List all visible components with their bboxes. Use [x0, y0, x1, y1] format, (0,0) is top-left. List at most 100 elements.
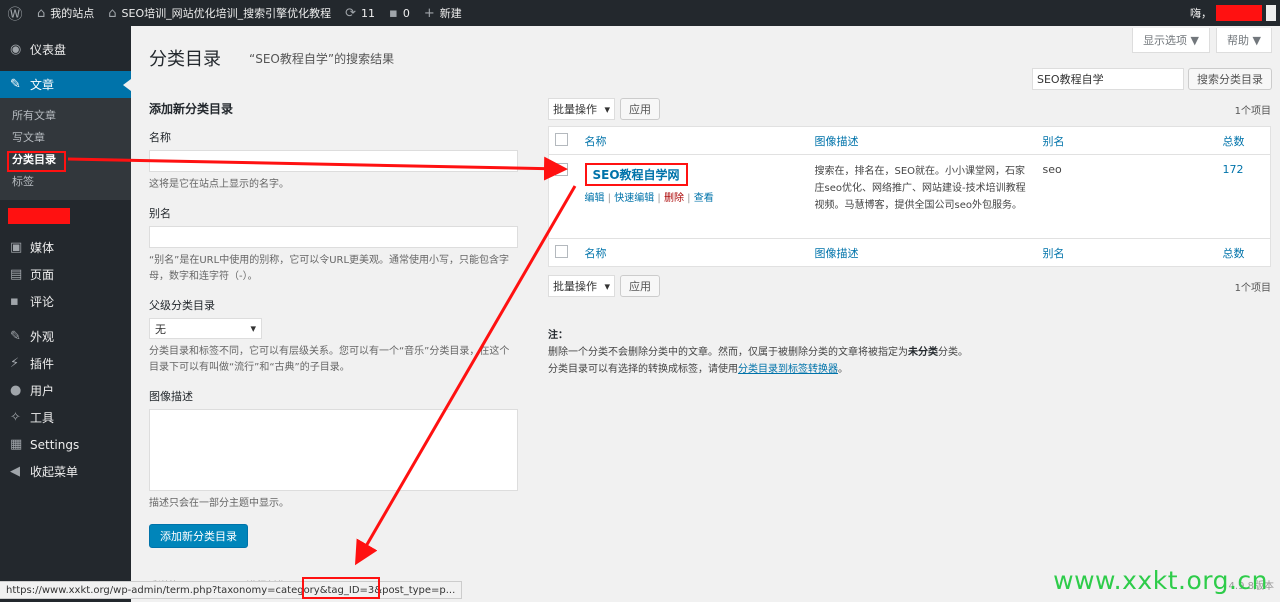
parent-label: 父级分类目录 [149, 299, 215, 312]
select-all-checkbox-bottom[interactable] [555, 244, 568, 258]
term-name-link[interactable]: SEO教程自学网 [584, 163, 688, 186]
description-help: 描述只会在一部分主题中显示。 [149, 498, 289, 509]
table-footer: 名称 图像描述 别名 总数 [548, 238, 1271, 267]
submenu-write[interactable]: 写文章 [0, 127, 131, 149]
update-icon: ⟳ [345, 5, 357, 21]
description-label: 图像描述 [149, 390, 193, 403]
site-title-link[interactable]: ⌂ SEO培训_网站优化培训_搜索引擎优化教程 [101, 0, 338, 26]
greeting[interactable]: 嗨， [1190, 5, 1212, 21]
delete-link[interactable]: 删除 [664, 193, 684, 204]
pin-icon: ✎ [10, 77, 21, 92]
menu-users[interactable]: ● 用户 [0, 377, 131, 404]
menu-posts[interactable]: ✎ 文章 [0, 71, 131, 98]
comments-link[interactable]: ▪ 0 [382, 0, 417, 26]
new-content-link[interactable]: + 新建 [417, 0, 469, 26]
slug-description: “别名”是在URL中使用的别称，它可以令URL更美观。通常使用小写，只能包含字母… [149, 255, 510, 282]
table-header: 名称 图像描述 别名 总数 [548, 127, 1271, 155]
menu-tools[interactable]: ✧ 工具 [0, 404, 131, 431]
categories-menu-highlight-box [7, 151, 66, 172]
edit-link[interactable]: 编辑 [585, 193, 605, 204]
tag-id-highlight-box [302, 577, 380, 599]
parent-select[interactable]: 无 ▾ [149, 318, 262, 339]
add-category-form: 添加新分类目录 名称 这将是它在站点上显示的名字。 别名 “别名”是在URL中使… [149, 100, 519, 548]
view-link[interactable]: 查看 [694, 193, 714, 204]
site-name-link[interactable]: ⌂ 我的站点 [30, 0, 101, 26]
user-icon: ● [10, 383, 22, 398]
notes-label: 注： [548, 330, 568, 341]
slug-input[interactable] [149, 226, 518, 248]
tablenav-bottom: 批量操作 ▾ 应用 1个项目 [548, 275, 1271, 297]
column-name[interactable]: 名称 [579, 127, 809, 155]
form-heading: 添加新分类目录 [149, 102, 234, 116]
quick-edit-link[interactable]: 快速编辑 [614, 193, 654, 204]
bulk-actions-select-bottom[interactable]: 批量操作 ▾ [548, 275, 615, 297]
table-row: SEO教程自学网 编辑 | 快速编辑 | 删除 | 查看 搜索在，排名在，SEO… [549, 155, 1271, 239]
column-description-footer[interactable]: 图像描述 [809, 239, 1037, 267]
settings-icon: ▦ [10, 437, 23, 452]
bulk-actions-select[interactable]: 批量操作 ▾ [548, 98, 615, 120]
add-category-button[interactable]: 添加新分类目录 [149, 524, 248, 548]
wordpress-logo-icon[interactable]: Ⓦ [0, 0, 30, 26]
name-description: 这将是它在站点上显示的名字。 [149, 179, 289, 190]
menu-appearance[interactable]: ✎ 外观 [0, 323, 131, 350]
dropdown-arrow-icon: ▾ [604, 279, 610, 293]
items-count-bottom: 1个项目 [1234, 282, 1271, 294]
category-notes: 注： 删除一个分类不会删除分类中的文章。然而，仅属于被删除分类的文章将被指定为未… [548, 327, 1271, 378]
comment-icon: ▪ [10, 294, 19, 309]
items-count: 1个项目 [1234, 105, 1271, 117]
brush-icon: ✎ [10, 329, 21, 344]
updates-link[interactable]: ⟳ 11 [338, 0, 382, 26]
main-content: 显示选项 ▼ 帮助 ▼ 分类目录 “SEO教程自学”的搜索结果 搜索分类目录 添… [131, 26, 1280, 602]
admin-bar: Ⓦ ⌂ 我的站点 ⌂ SEO培训_网站优化培训_搜索引擎优化教程 ⟳ 11 ▪ 0 + 新… [0, 0, 1280, 26]
name-input[interactable] [149, 150, 518, 172]
help-button[interactable]: 帮助 ▼ [1216, 28, 1272, 53]
search-button[interactable]: 搜索分类目录 [1188, 68, 1272, 90]
page-icon: ▤ [10, 267, 23, 282]
submenu-all-posts[interactable]: 所有文章 [0, 105, 131, 127]
column-slug[interactable]: 别名 [1037, 127, 1217, 155]
menu-pages[interactable]: ▤ 页面 [0, 261, 131, 288]
posts-submenu: 所有文章 写文章 分类目录 标签 [0, 98, 131, 200]
home-icon: ⌂ [37, 5, 46, 21]
house-icon: ⌂ [108, 5, 117, 21]
notes-line-2: 分类目录可以有选择的转换成标签，请使用分类目录到标签转换器。 [548, 364, 848, 375]
media-icon: ▣ [10, 240, 23, 255]
screen-options-button[interactable]: 显示选项 ▼ [1132, 28, 1211, 53]
menu-settings[interactable]: ▦ Settings [0, 431, 131, 458]
dropdown-arrow-icon: ▾ [604, 102, 610, 116]
column-count-footer[interactable]: 总数 [1217, 239, 1271, 267]
redacted-menu-item [8, 208, 70, 224]
select-all-checkbox[interactable] [555, 132, 568, 146]
apply-button[interactable]: 应用 [620, 98, 660, 120]
dropdown-arrow-icon: ▾ [250, 322, 256, 335]
apply-button-bottom[interactable]: 应用 [620, 275, 660, 297]
screen-meta-links: 显示选项 ▼ 帮助 ▼ [1132, 28, 1272, 53]
column-count[interactable]: 总数 [1217, 127, 1271, 155]
menu-media[interactable]: ▣ 媒体 [0, 234, 131, 261]
menu-dashboard[interactable]: ◉ 仪表盘 [0, 36, 131, 63]
term-slug: seo [1042, 163, 1062, 176]
column-slug-footer[interactable]: 别名 [1037, 239, 1217, 267]
search-input[interactable] [1032, 68, 1184, 90]
parent-description: 分类目录和标签不同，它可以有层级关系。您可以有一个“音乐”分类目录，在这个目录下… [149, 346, 510, 373]
redacted-username [1216, 5, 1262, 21]
categories-table: 名称 图像描述 别名 总数 SEO教程自学网 编辑 | 快速编辑 | 删除 | … [548, 126, 1271, 267]
column-name-footer[interactable]: 名称 [579, 239, 809, 267]
notes-line-1: 删除一个分类不会删除分类中的文章。然而，仅属于被删除分类的文章将被指定为未分类分… [548, 347, 968, 358]
converter-link[interactable]: 分类目录到标签转换器 [738, 364, 838, 375]
row-checkbox[interactable] [555, 163, 568, 176]
menu-plugins[interactable]: ⚡ 插件 [0, 350, 131, 377]
comment-icon: ▪ [389, 5, 398, 21]
dashboard-icon: ◉ [10, 42, 22, 57]
plugin-icon: ⚡ [10, 356, 20, 371]
menu-comments[interactable]: ▪ 评论 [0, 288, 131, 315]
categories-list: 批量操作 ▾ 应用 1个项目 名称 图像描述 别名 总数 SEO教程自学网 编辑 … [548, 98, 1271, 378]
description-textarea[interactable] [149, 409, 518, 491]
submenu-tags[interactable]: 标签 [0, 171, 131, 193]
search-box: 搜索分类目录 [1032, 68, 1272, 90]
menu-collapse[interactable]: ◀ 收起菜单 [0, 458, 131, 485]
column-description[interactable]: 图像描述 [809, 127, 1037, 155]
admin-sidebar: ◉ 仪表盘 ✎ 文章 所有文章 写文章 分类目录 标签 ▣ 媒体 ▤ 页面 ▪ 评论 ✎ 外… [0, 26, 131, 602]
avatar[interactable] [1266, 5, 1276, 21]
term-count-link[interactable]: 172 [1217, 155, 1271, 239]
